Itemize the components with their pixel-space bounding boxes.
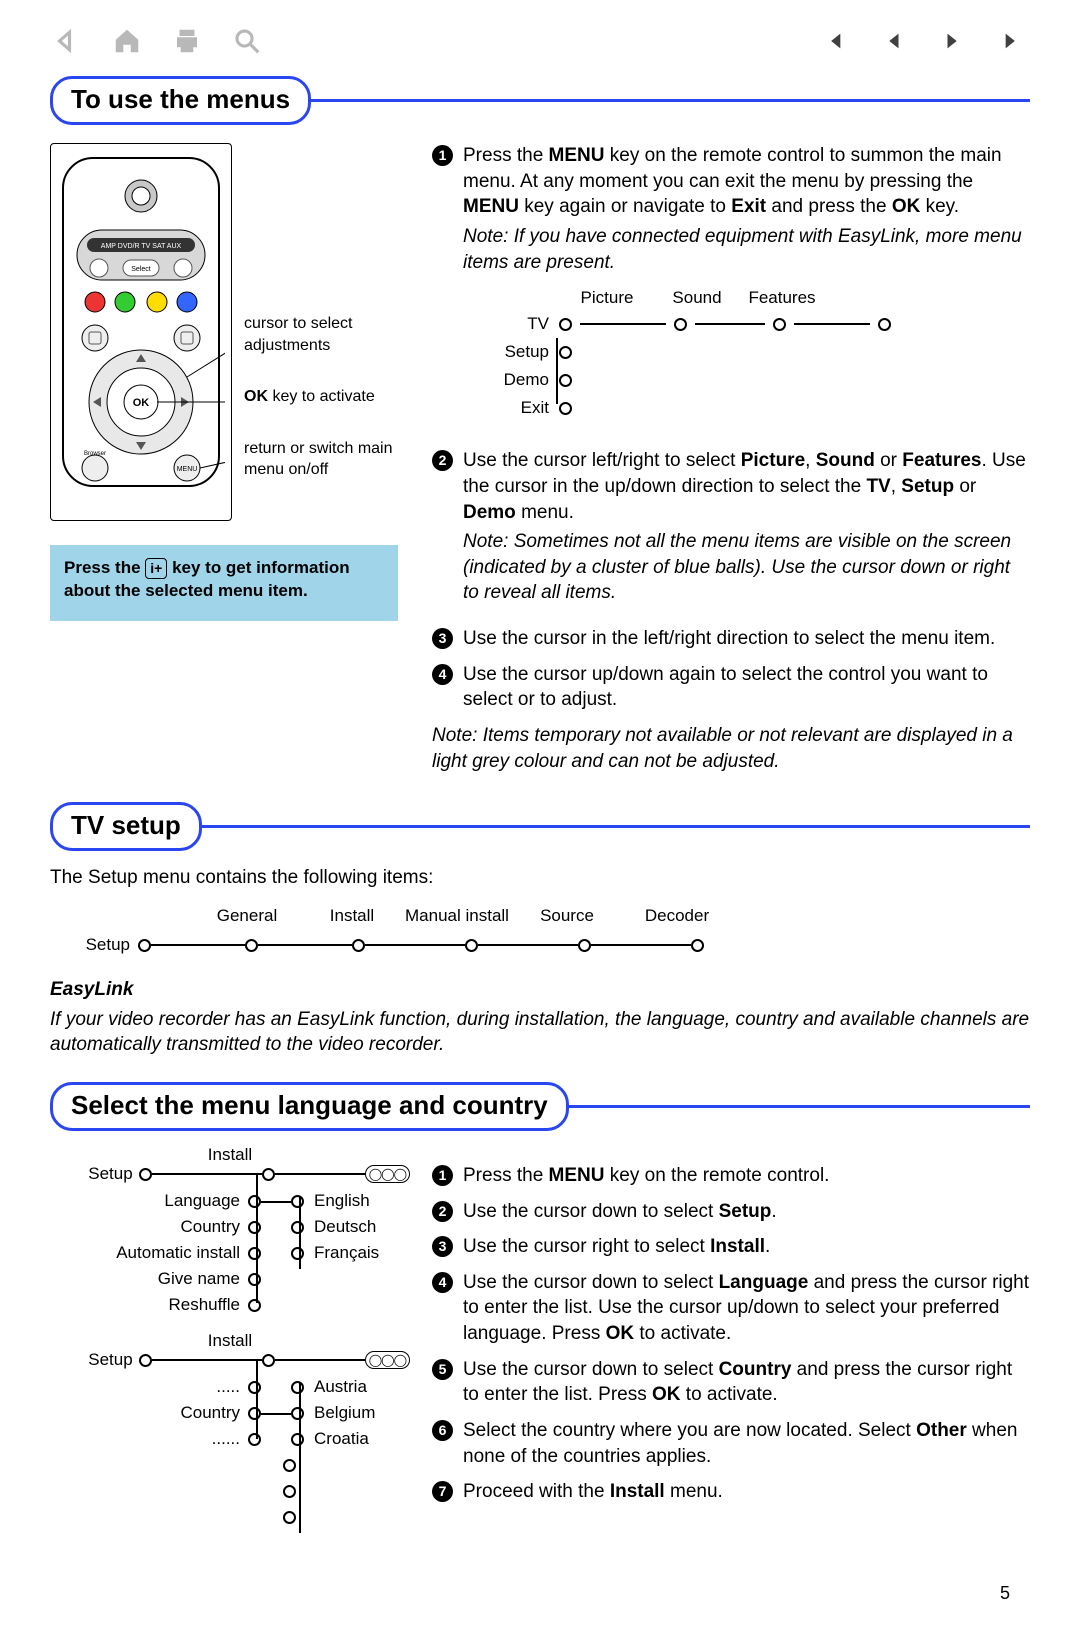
pdf-toolbar: [50, 14, 1030, 58]
language-menu-diagram: Setup ◯◯◯ Install LanguageEnglish Countr…: [60, 1163, 410, 1319]
section-heading: To use the menus: [50, 76, 311, 125]
info-key-icon: i+: [145, 558, 167, 579]
easylink-text: If your video recorder has an EasyLink f…: [50, 1007, 1030, 1058]
last-page-icon[interactable]: [996, 24, 1030, 58]
section-heading: Select the menu language and country: [50, 1082, 569, 1131]
easylink-heading: EasyLink: [50, 977, 1030, 1003]
search-icon[interactable]: [230, 24, 264, 58]
section-heading: TV setup: [50, 802, 202, 851]
tv-menu-diagram: Picture Sound Features TV Setup Demo Exi…: [493, 287, 1030, 422]
setup-menu-diagram: General Install Manual install Source De…: [70, 905, 1030, 957]
svg-text:OK: OK: [133, 397, 150, 409]
svg-text:AMP DVD/R TV SAT AUX: AMP DVD/R TV SAT AUX: [101, 243, 182, 250]
page-number: 5: [50, 1581, 1030, 1605]
prev-page-icon[interactable]: [876, 24, 910, 58]
step-note: Note: If you have connected equipment wi…: [463, 224, 1030, 275]
section1-steps: 1Press the MENU key on the remote contro…: [432, 143, 1030, 713]
info-hint-box: Press the i+ key to get information abou…: [50, 545, 398, 621]
scroll-icon: ◯◯◯: [365, 1351, 410, 1369]
section1-bottom-note: Note: Items temporary not available or n…: [432, 723, 1030, 774]
section3-steps: 1Press the MENU key on the remote contro…: [432, 1163, 1030, 1505]
remote-illustration: AMP DVD/R TV SAT AUX Select: [50, 143, 232, 521]
scroll-icon: ◯◯◯: [365, 1165, 410, 1183]
svg-text:Browser: Browser: [84, 451, 106, 457]
svg-text:Select: Select: [131, 266, 151, 273]
home-icon[interactable]: [110, 24, 144, 58]
svg-text:MENU: MENU: [177, 466, 198, 473]
step-text: Press the MENU key on the remote control…: [463, 145, 1002, 217]
country-menu-diagram: Setup ◯◯◯ Install .....Austria CountryBe…: [60, 1349, 410, 1531]
next-page-icon[interactable]: [936, 24, 970, 58]
print-icon[interactable]: [170, 24, 204, 58]
remote-callouts: cursor to select adjustments OK key to a…: [244, 143, 410, 511]
first-page-icon[interactable]: [816, 24, 850, 58]
back-icon[interactable]: [50, 24, 84, 58]
section2-intro: The Setup menu contains the following it…: [50, 865, 1030, 891]
